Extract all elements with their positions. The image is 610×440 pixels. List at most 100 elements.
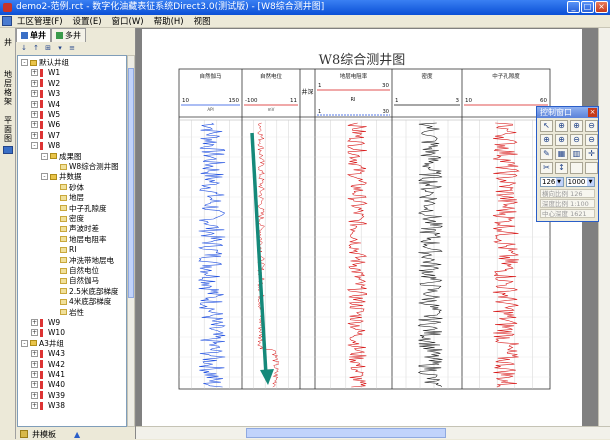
control-tool-button[interactable]: ⊖: [585, 134, 598, 146]
expand-icon[interactable]: +: [31, 100, 38, 108]
menu-settings[interactable]: 设置(E): [68, 15, 107, 27]
tree-item[interactable]: + W42: [31, 360, 65, 369]
control-tool-button[interactable]: ✛: [585, 148, 598, 160]
list-icon[interactable]: ≡: [67, 44, 77, 53]
collapse-icon[interactable]: -: [31, 142, 38, 150]
control-window[interactable]: 控制窗口 × ↖ ⊕ ⊕ ⊖ ⊕ ⊕ ⊖ ⊖ ✎ ▦ ▥ ✛ ✂ ↕ 126 ▼ 1000 ▼ 横向比例 12…: [536, 106, 599, 222]
tree-item[interactable]: - 成果图: [41, 152, 82, 161]
canvas-vertical-scrollbar[interactable]: [598, 28, 610, 426]
tree-item[interactable]: 自然伽马: [51, 276, 99, 285]
control-tool-button[interactable]: ⊖: [585, 120, 598, 132]
tree-item[interactable]: - A3井组: [21, 339, 64, 348]
window-titlebar[interactable]: demo2-范例.rct - 数字化油藏表征系统Direct3.0(测试版) -…: [0, 0, 610, 15]
tree-item[interactable]: 声波时差: [51, 224, 99, 233]
control-tool-button[interactable]: [570, 162, 583, 174]
tree-item[interactable]: 砂体: [51, 183, 84, 192]
tree-item[interactable]: + W4: [31, 100, 60, 109]
tree-item[interactable]: RI: [51, 245, 76, 254]
expand-icon[interactable]: +: [31, 350, 38, 358]
control-tool-button[interactable]: ↖: [540, 120, 553, 132]
expand-icon[interactable]: +: [31, 319, 38, 326]
maximize-button[interactable]: □: [581, 1, 594, 13]
expand-icon[interactable]: +: [31, 131, 38, 139]
expand-icon[interactable]: +: [31, 371, 38, 378]
tree-item[interactable]: 地层: [51, 193, 84, 202]
tree-item[interactable]: 岩性: [51, 308, 84, 317]
control-tool-button[interactable]: ⊕: [540, 134, 553, 146]
well-tree[interactable]: - 默认井组 + W1 + W2 + W3 + W4 + W5 + W6 + W7- W8- 成果图 W8综合测井图…: [17, 55, 127, 427]
canvas-horizontal-scrollbar[interactable]: [136, 426, 610, 439]
control-window-header[interactable]: 控制窗口 ×: [537, 107, 598, 118]
expand-icon[interactable]: +: [31, 69, 38, 77]
tree-item[interactable]: 密度: [51, 214, 84, 223]
tree-item[interactable]: + W6: [31, 120, 60, 129]
tree-item[interactable]: + W3: [31, 89, 60, 98]
expand-icon[interactable]: +: [31, 79, 38, 87]
tree-item[interactable]: + W43: [31, 349, 65, 358]
tree-item[interactable]: - 默认井组: [21, 58, 69, 67]
tree-item[interactable]: 中子孔隙度: [51, 204, 107, 213]
menu-project[interactable]: 工区管理(F): [12, 15, 68, 27]
strip-tab-strata[interactable]: 地层格架: [2, 70, 14, 106]
menu-window[interactable]: 窗口(W): [107, 15, 149, 27]
control-tool-button[interactable]: ⊕: [555, 120, 568, 132]
tree-item[interactable]: + W9: [31, 318, 60, 327]
tree-item[interactable]: + W41: [31, 370, 65, 379]
control-tool-button[interactable]: ✎: [540, 148, 553, 160]
tab-single-well[interactable]: 单井: [16, 28, 51, 42]
expand-icon[interactable]: +: [31, 360, 38, 368]
tree-item[interactable]: - 井数据: [41, 172, 82, 181]
control-tool-button[interactable]: ▦: [555, 148, 568, 160]
collapse-icon[interactable]: -: [41, 173, 48, 181]
collapse-icon[interactable]: -: [41, 152, 48, 160]
tree-scroll-thumb[interactable]: [128, 68, 134, 298]
strip-tab-map[interactable]: 平面图: [2, 116, 14, 143]
sort-down-icon[interactable]: ↓: [19, 44, 29, 53]
collapse-icon[interactable]: -: [21, 59, 28, 66]
well-template-label[interactable]: 井模板: [32, 429, 56, 440]
sort-up-icon[interactable]: ↑: [31, 44, 41, 53]
tree-scrollbar[interactable]: [127, 55, 135, 427]
tree-item[interactable]: 冲洗带地层电: [51, 256, 114, 265]
tree-item[interactable]: + W2: [31, 79, 60, 88]
control-tool-button[interactable]: ▥: [570, 148, 583, 160]
depth-scale-select[interactable]: 1000 ▼: [565, 177, 595, 187]
tree-item[interactable]: + W5: [31, 110, 60, 119]
log-plot[interactable]: 自然伽马 10 150 API 自然电位 -100 11 mV 井深 地层电阻率 1 30 密度 1 3 中子…: [142, 29, 582, 426]
tree-item[interactable]: + W40: [31, 380, 65, 389]
control-tool-button[interactable]: ✂: [540, 162, 553, 174]
close-button[interactable]: ×: [595, 1, 608, 13]
expand-icon[interactable]: +: [31, 90, 38, 98]
tree-item[interactable]: 4米底部梯度: [51, 297, 111, 306]
tree-item[interactable]: + W7: [31, 131, 60, 140]
tree-item[interactable]: + W39: [31, 391, 65, 400]
tree-item[interactable]: + W10: [31, 328, 65, 337]
expand-icon[interactable]: +: [31, 391, 38, 399]
h-scroll-thumb[interactable]: [246, 428, 446, 438]
map-icon[interactable]: [3, 146, 13, 154]
control-tool-button[interactable]: ⊕: [555, 134, 568, 146]
tree-item[interactable]: 自然电位: [51, 266, 99, 275]
tree-item[interactable]: + W38: [31, 401, 65, 410]
log-sheet[interactable]: W8综合测井图 自然伽马 10 150 API 自然电位 -100 11 mV 井深 地层电阻率 1…: [142, 29, 582, 426]
tree-item[interactable]: 2.5米底部梯度: [51, 287, 118, 296]
control-tool-button[interactable]: [585, 162, 598, 174]
expand-icon[interactable]: +: [31, 381, 38, 389]
expand-arrow-icon[interactable]: ▲: [74, 430, 80, 439]
expand-icon[interactable]: +: [31, 121, 38, 129]
tree-item[interactable]: 地层电阻率: [51, 235, 107, 244]
expand-icon[interactable]: +: [31, 111, 38, 118]
menu-view[interactable]: 视图: [189, 15, 216, 27]
control-tool-button[interactable]: ⊕: [570, 120, 583, 132]
expand-icon[interactable]: +: [31, 329, 38, 337]
menu-help[interactable]: 帮助(H): [149, 15, 189, 27]
strip-tab-well[interactable]: 井: [2, 38, 14, 47]
control-close-button[interactable]: ×: [588, 108, 597, 117]
tree-item[interactable]: + W1: [31, 68, 60, 77]
filter-icon[interactable]: ▾: [55, 44, 65, 53]
tab-multi-well[interactable]: 多井: [51, 28, 86, 42]
control-tool-button[interactable]: ⊖: [570, 134, 583, 146]
tree-item[interactable]: W8综合测井图: [51, 162, 119, 171]
control-tool-button[interactable]: ↕: [555, 162, 568, 174]
collapse-icon[interactable]: -: [21, 339, 28, 347]
